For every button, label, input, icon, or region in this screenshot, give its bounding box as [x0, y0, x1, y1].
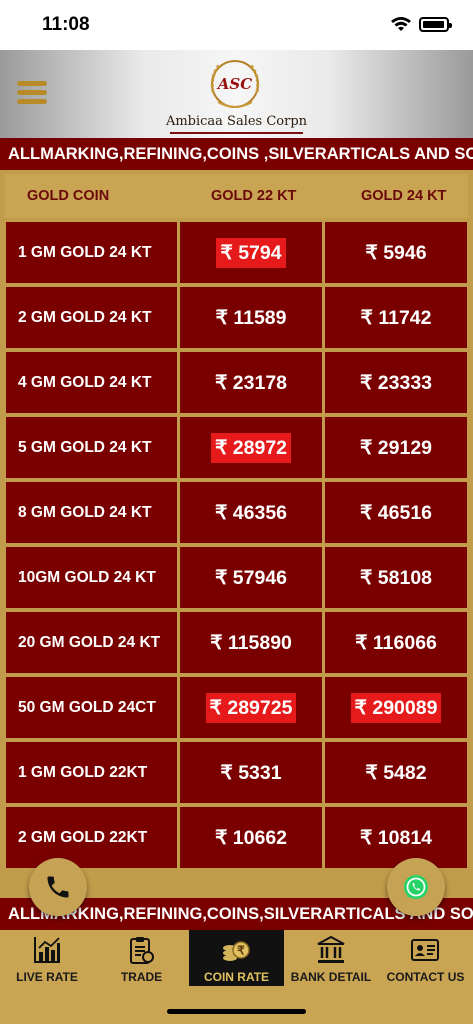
nav-label-coin-rate: COIN RATE [203, 970, 270, 984]
price-gold-22kt: ₹ 28972 [210, 432, 292, 463]
price-gold-22kt: ₹ 10662 [214, 826, 288, 849]
cell-gold-22kt: ₹ 10662 [180, 807, 322, 868]
price-gold-24kt: ₹ 290089 [350, 692, 442, 723]
coin-rate-table: GOLD COIN GOLD 22 KT GOLD 24 KT 1 GM GOL… [0, 170, 473, 898]
price-gold-24kt: ₹ 11742 [360, 306, 432, 329]
cell-gold-22kt: ₹ 46356 [180, 482, 322, 543]
price-gold-22kt: ₹ 11589 [215, 306, 287, 329]
bank-icon [317, 935, 345, 963]
header-gold-24kt: GOLD 24 KT [361, 188, 447, 204]
price-gold-22kt: ₹ 5794 [216, 237, 286, 268]
price-gold-22kt: ₹ 5331 [220, 761, 282, 784]
cell-gold-24kt: ₹ 46516 [325, 482, 467, 543]
nav-coin-rate[interactable]: ₹ COIN RATE [189, 930, 284, 986]
price-gold-24kt: ₹ 5482 [365, 761, 427, 784]
whatsapp-button[interactable] [387, 858, 445, 916]
bar-chart-icon [34, 937, 60, 963]
clipboard-icon [130, 937, 154, 964]
status-time: 11:08 [42, 14, 90, 35]
cell-gold-22kt: ₹ 5794 [180, 222, 322, 283]
price-gold-22kt: ₹ 57946 [214, 566, 288, 589]
cell-gold-24kt: ₹ 23333 [325, 352, 467, 413]
logo-emblem: ASC [210, 60, 260, 108]
wifi-icon [391, 17, 411, 31]
coin-name: 1 GM GOLD 24 KT [6, 222, 177, 283]
table-row: 2 GM GOLD 22KT ₹ 10662 ₹ 10814 [6, 807, 467, 868]
phone-icon [47, 876, 69, 898]
svg-text:₹: ₹ [237, 944, 245, 958]
table-row: 2 GM GOLD 24 KT ₹ 11589 ₹ 11742 [6, 287, 467, 348]
nav-contact-us[interactable]: CONTACT US [378, 930, 473, 986]
coin-name: 4 GM GOLD 24 KT [6, 352, 177, 413]
coin-name: 1 GM GOLD 22KT [6, 742, 177, 803]
app-header: ASC Ambicaa Sales Corpn [0, 50, 473, 138]
cell-gold-22kt: ₹ 28972 [180, 417, 322, 478]
price-gold-24kt: ₹ 29129 [359, 436, 433, 459]
cell-gold-22kt: ₹ 115890 [180, 612, 322, 673]
price-gold-24kt: ₹ 5946 [365, 241, 427, 264]
table-row: 10GM GOLD 24 KT ₹ 57946 ₹ 58108 [6, 547, 467, 608]
cell-gold-24kt: ₹ 11742 [325, 287, 467, 348]
table-row: 5 GM GOLD 24 KT ₹ 28972 ₹ 29129 [6, 417, 467, 478]
nav-live-rate[interactable]: LIVE RATE [0, 930, 94, 986]
price-gold-24kt: ₹ 10814 [359, 826, 433, 849]
cell-gold-22kt: ₹ 23178 [180, 352, 322, 413]
status-bar: 11:08 [0, 0, 473, 50]
cell-gold-22kt: ₹ 57946 [180, 547, 322, 608]
price-gold-22kt: ₹ 46356 [214, 501, 288, 524]
contact-card-icon [411, 939, 439, 961]
price-gold-24kt: ₹ 116066 [355, 631, 437, 654]
price-gold-24kt: ₹ 58108 [359, 566, 433, 589]
cell-gold-22kt: ₹ 289725 [180, 677, 322, 738]
coin-name: 2 GM GOLD 22KT [6, 807, 177, 868]
table-row: 20 GM GOLD 24 KT ₹ 115890 ₹ 116066 [6, 612, 467, 673]
cell-gold-22kt: ₹ 11589 [180, 287, 322, 348]
nav-label-live-rate: LIVE RATE [16, 970, 78, 984]
cell-gold-24kt: ₹ 5946 [325, 222, 467, 283]
hamburger-menu-icon[interactable] [17, 81, 47, 105]
coin-name: 2 GM GOLD 24 KT [6, 287, 177, 348]
table-header: GOLD COIN GOLD 22 KT GOLD 24 KT [5, 174, 468, 218]
coins-icon: ₹ [223, 941, 250, 961]
header-gold-coin: GOLD COIN [27, 188, 110, 204]
nav-trade[interactable]: TRADE [94, 930, 189, 986]
coin-name: 10GM GOLD 24 KT [6, 547, 177, 608]
price-gold-24kt: ₹ 46516 [359, 501, 433, 524]
whatsapp-icon [404, 875, 428, 899]
table-row: 1 GM GOLD 24 KT ₹ 5794 ₹ 5946 [6, 222, 467, 283]
table-row: 8 GM GOLD 24 KT ₹ 46356 ₹ 46516 [6, 482, 467, 543]
cell-gold-24kt: ₹ 58108 [325, 547, 467, 608]
brand-underline [170, 132, 303, 134]
coin-name: 20 GM GOLD 24 KT [6, 612, 177, 673]
nav-label-trade: TRADE [120, 970, 163, 984]
price-gold-22kt: ₹ 23178 [214, 371, 288, 394]
coin-name: 50 GM GOLD 24CT [6, 677, 177, 738]
table-row: 4 GM GOLD 24 KT ₹ 23178 ₹ 23333 [6, 352, 467, 413]
logo-text: ASC [216, 75, 252, 93]
coin-name: 8 GM GOLD 24 KT [6, 482, 177, 543]
nav-label-bank-detail: BANK DETAIL [290, 970, 372, 984]
call-button[interactable] [29, 858, 87, 916]
cell-gold-24kt: ₹ 5482 [325, 742, 467, 803]
nav-bank-detail[interactable]: BANK DETAIL [284, 930, 378, 986]
battery-icon [419, 17, 452, 32]
header-gold-22kt: GOLD 22 KT [211, 188, 297, 204]
cell-gold-22kt: ₹ 5331 [180, 742, 322, 803]
coin-name: 5 GM GOLD 24 KT [6, 417, 177, 478]
nav-label-contact-us: CONTACT US [386, 970, 465, 984]
home-indicator [167, 1009, 306, 1014]
cell-gold-24kt: ₹ 290089 [325, 677, 467, 738]
brand-name: Ambicaa Sales Corpn [165, 114, 308, 129]
price-gold-22kt: ₹ 289725 [205, 692, 297, 723]
price-gold-24kt: ₹ 23333 [359, 371, 433, 394]
cell-gold-24kt: ₹ 29129 [325, 417, 467, 478]
cell-gold-24kt: ₹ 10814 [325, 807, 467, 868]
ticker-top: ALLMARKING,REFINING,COINS ,SILVERARTICAL… [0, 138, 473, 170]
table-row: 1 GM GOLD 22KT ₹ 5331 ₹ 5482 [6, 742, 467, 803]
cell-gold-24kt: ₹ 116066 [325, 612, 467, 673]
table-row: 50 GM GOLD 24CT ₹ 289725 ₹ 290089 [6, 677, 467, 738]
price-gold-22kt: ₹ 115890 [210, 631, 292, 654]
